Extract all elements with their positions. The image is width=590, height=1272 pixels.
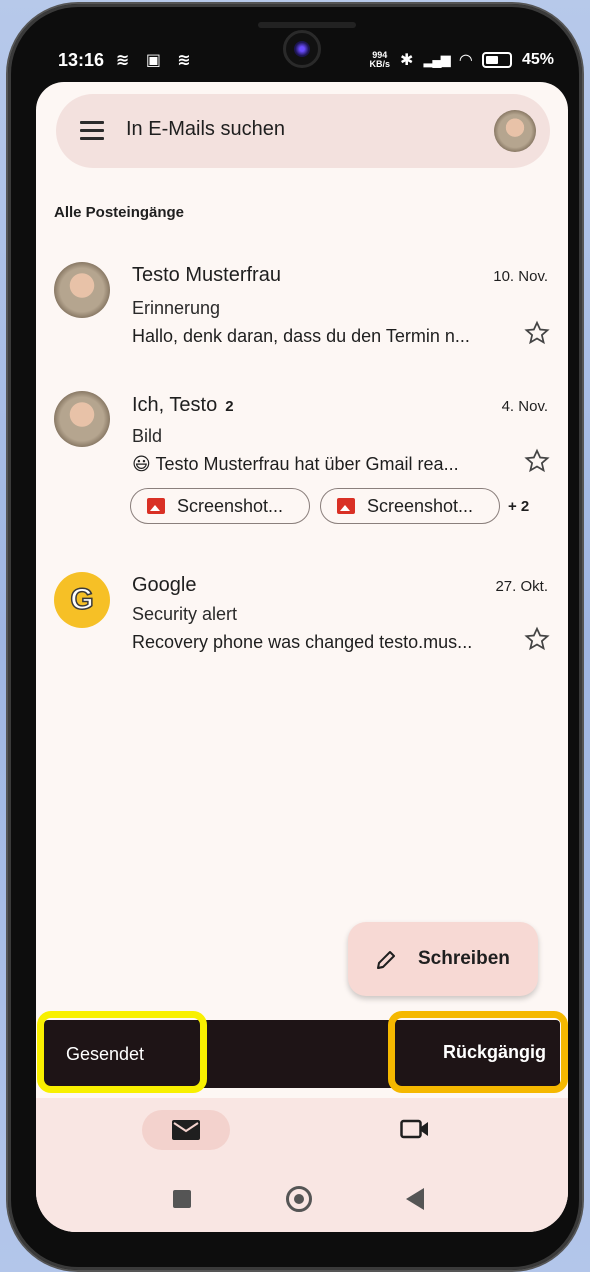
mail-subject: Erinnerung xyxy=(132,298,221,318)
sender-avatar[interactable]: G xyxy=(54,572,110,628)
pencil-icon xyxy=(377,951,395,969)
star-icon[interactable] xyxy=(524,448,550,474)
network-speed: 994 KB/s xyxy=(369,50,391,69)
status-bar: 13:16 ≋ ▣ ≋ 994 KB/s ✱ ▂▄▆ ◠ 45% xyxy=(36,40,568,80)
compose-label: Schreiben xyxy=(418,948,510,969)
mail-snippet: Recovery phone was changed testo.mus... xyxy=(132,632,473,652)
search-input[interactable]: In E-Mails suchen xyxy=(126,118,285,141)
mail-row[interactable]: Testo Musterfrau 10. Nov. Erinnerung Hal… xyxy=(36,258,568,358)
status-right-icons: 994 KB/s ✱ ▂▄▆ ◠ 45% xyxy=(370,50,554,70)
mail-date: 4. Nov. xyxy=(501,398,548,415)
highlight-message-box xyxy=(37,1011,207,1093)
battery-level: 45% xyxy=(521,51,554,68)
mail-date: 10. Nov. xyxy=(493,268,548,285)
mail-sender: Ich, Testo 2 xyxy=(132,394,234,416)
gmail-screen: In E-Mails suchen Alle Posteingänge Test… xyxy=(36,82,568,1232)
mail-date: 27. Okt. xyxy=(495,578,548,595)
earpiece-speaker xyxy=(258,22,356,28)
signal-icon: ▂▄▆ xyxy=(423,52,450,67)
mail-row[interactable]: G Google 27. Okt. Security alert Recover… xyxy=(36,568,568,668)
compose-button[interactable]: Schreiben xyxy=(348,922,538,996)
mail-snippet: Hallo, denk daran, dass du den Termin n.… xyxy=(132,326,470,346)
back-icon[interactable] xyxy=(406,1188,424,1210)
search-bar[interactable]: In E-Mails suchen xyxy=(56,94,550,168)
image-icon xyxy=(147,498,165,514)
sender-avatar[interactable] xyxy=(54,262,110,318)
account-avatar[interactable] xyxy=(494,110,536,152)
mail-subject: Security alert xyxy=(132,604,238,624)
attachment-chip[interactable]: Screenshot... xyxy=(130,488,310,524)
wifi-icon: ◠ xyxy=(459,52,472,69)
more-attachments: + 2 xyxy=(508,498,530,515)
notification-icons: ≋ ▣ ≋ xyxy=(116,52,197,69)
thread-count: 2 xyxy=(225,398,234,415)
menu-icon[interactable] xyxy=(80,121,104,141)
mail-row[interactable]: Ich, Testo 2 4. Nov. Bild 😃 Testo Musterf… xyxy=(36,388,568,538)
star-icon[interactable] xyxy=(524,626,550,652)
star-icon[interactable] xyxy=(524,320,550,346)
mail-snippet: 😃 Testo Musterfrau hat über Gmail rea... xyxy=(132,454,459,474)
attachment-chip[interactable]: Screenshot... xyxy=(320,488,500,524)
mail-sender: Google xyxy=(132,574,197,596)
section-title: Alle Posteingänge xyxy=(54,204,185,221)
sender-avatar[interactable] xyxy=(54,391,110,447)
mail-icon xyxy=(172,1120,200,1140)
image-icon xyxy=(337,498,355,514)
mail-sender: Testo Musterfrau xyxy=(132,264,281,286)
mail-subject: Bild xyxy=(132,426,163,446)
nav-mail-tab[interactable] xyxy=(142,1110,230,1150)
status-time: 13:16 xyxy=(58,50,105,70)
recents-icon[interactable] xyxy=(173,1190,191,1208)
system-navigation xyxy=(36,1168,568,1232)
bluetooth-icon: ✱ xyxy=(400,52,414,69)
home-icon[interactable] xyxy=(286,1186,312,1212)
highlight-undo-box xyxy=(388,1011,568,1093)
bottom-navigation xyxy=(36,1098,568,1168)
video-icon[interactable] xyxy=(400,1118,430,1140)
battery-icon xyxy=(481,52,512,68)
